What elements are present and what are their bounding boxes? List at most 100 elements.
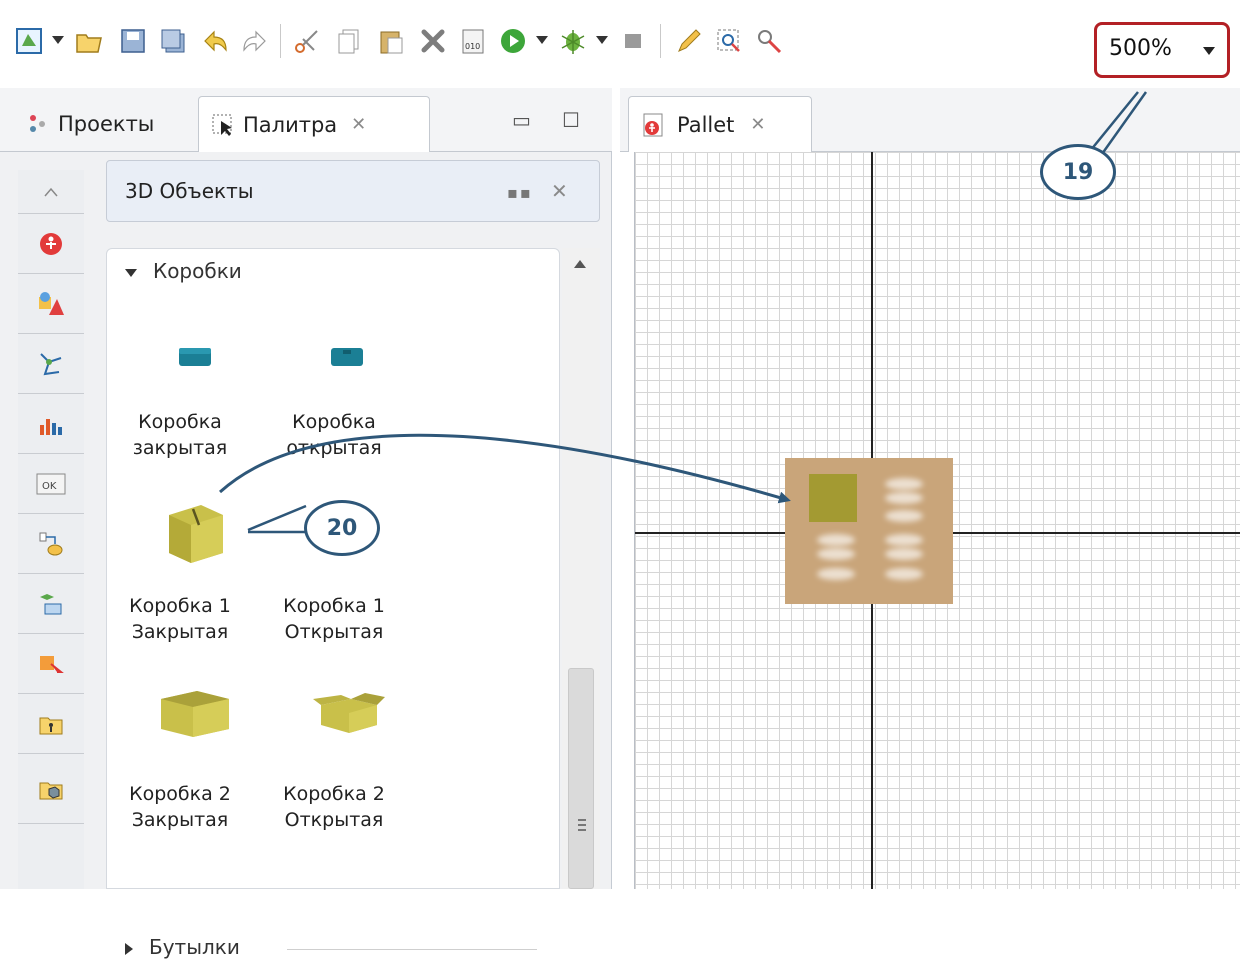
section-boxes-header[interactable]: Коробки — [125, 259, 242, 283]
palette-item-box-open[interactable]: Коробка открытая — [259, 409, 409, 461]
pencil-icon[interactable] — [672, 24, 706, 58]
editor-area: Pallet ✕ — [620, 88, 1240, 889]
item-label-line2: Закрытая — [131, 621, 229, 643]
palette-item-box1-open[interactable]: Коробка 1 Открытая — [259, 593, 409, 645]
minimize-icon[interactable]: ▭ — [512, 108, 531, 132]
redo-icon[interactable] — [238, 24, 272, 58]
left-tabbar: Проекты Палитра ✕ ▭ ☐ — [0, 88, 612, 152]
tab-palette[interactable]: Палитра ✕ — [198, 96, 430, 152]
cut-icon[interactable] — [290, 24, 324, 58]
stop-icon[interactable] — [616, 24, 650, 58]
sidebar-item-space-markup[interactable] — [18, 334, 84, 394]
copy-icon[interactable] — [332, 24, 366, 58]
open-icon[interactable] — [72, 24, 106, 58]
sidebar-item-presentation[interactable] — [18, 274, 84, 334]
folder-person-icon — [39, 717, 63, 734]
palette-header: 3D Объекты ▪▪ ✕ — [106, 160, 600, 222]
new-icon[interactable] — [12, 24, 46, 58]
item-label-line2: Открытая — [284, 621, 384, 643]
sidebar-scroll-up[interactable] — [18, 170, 84, 214]
sidebar-item-3d-objects[interactable] — [18, 754, 84, 824]
network-icon — [40, 352, 62, 375]
sidebar-item-fluid[interactable] — [18, 634, 84, 694]
chevron-up-icon — [44, 187, 58, 196]
chevron-down-icon — [125, 268, 137, 277]
undo-icon[interactable] — [198, 24, 232, 58]
agent-icon — [40, 232, 62, 255]
box-slot — [885, 568, 923, 580]
sidebar-item-pedestrian[interactable] — [18, 694, 84, 754]
close-icon[interactable]: ✕ — [551, 179, 568, 203]
close-icon[interactable]: ✕ — [750, 114, 765, 135]
shapes-icon — [39, 291, 64, 315]
section-bottles-header[interactable]: Бутылки — [125, 935, 240, 959]
palette-list: Коробки Коробка закрытая Коробка открыта… — [105, 248, 560, 959]
maximize-icon[interactable]: ☐ — [562, 108, 580, 132]
item-label-line1: Коробка 2 — [283, 783, 385, 805]
box1-closed-thumbnail[interactable] — [163, 501, 227, 569]
box-closed-thumbnail[interactable] — [177, 345, 213, 373]
save-icon[interactable] — [116, 24, 150, 58]
tab-palette-label: Палитра — [243, 112, 338, 137]
sidebar-item-statistics[interactable] — [18, 394, 84, 454]
zoom-icon[interactable] — [752, 24, 786, 58]
sidebar-item-controls[interactable]: OK — [18, 454, 84, 514]
app-window: 010 500% Проекты Палитра ✕ ▭ ☐ OK 3D Объ… — [0, 0, 1240, 959]
scrollbar-thumb[interactable] — [568, 668, 594, 889]
zoom-to-fit-icon[interactable] — [712, 24, 746, 58]
scroll-up-arrow-icon[interactable] — [574, 260, 586, 268]
palette-item-box2-open[interactable]: Коробка 2 Открытая — [259, 781, 409, 833]
chevron-down-icon — [1203, 47, 1215, 55]
zoom-level-select[interactable]: 500% — [1094, 22, 1230, 78]
box2-open-thumbnail[interactable] — [311, 689, 387, 741]
box-open-thumbnail[interactable] — [329, 345, 365, 373]
main-toolbar: 010 500% — [0, 0, 1240, 88]
box2-closed-thumbnail[interactable] — [157, 687, 233, 743]
sidebar-item-agent[interactable] — [18, 214, 84, 274]
sidebar-item-rail[interactable] — [18, 574, 84, 634]
section-boxes-title: Коробки — [153, 259, 242, 283]
callout-20: 20 — [304, 500, 380, 556]
debug-dropdown-chevron-icon[interactable] — [596, 36, 608, 44]
box-slot — [885, 534, 923, 546]
item-label-line1: Коробка 1 — [129, 595, 231, 617]
close-icon[interactable]: ✕ — [351, 114, 366, 135]
callout-19: 19 — [1040, 144, 1116, 200]
box-slot — [817, 534, 855, 546]
pallet-shape[interactable] — [785, 458, 953, 604]
debug-icon[interactable] — [556, 24, 590, 58]
sidebar-item-process[interactable] — [18, 514, 84, 574]
grip-icon — [578, 819, 586, 834]
fluid-icon — [40, 655, 64, 673]
item-label-line1: Коробка 2 — [129, 783, 231, 805]
build-icon[interactable]: 010 — [456, 24, 490, 58]
layout-grid-icon[interactable]: ▪▪ — [507, 183, 533, 202]
new-dropdown-chevron-icon[interactable] — [52, 36, 64, 44]
chart-icon — [40, 418, 62, 435]
item-label-line2: Открытая — [284, 809, 384, 831]
graphical-editor-canvas[interactable] — [634, 152, 1240, 889]
item-label-line2: Закрытая — [131, 809, 229, 831]
palette-item-box1-closed[interactable]: Коробка 1 Закрытая — [105, 593, 255, 645]
box-slot — [885, 478, 923, 490]
tab-pallet[interactable]: Pallet ✕ — [628, 96, 812, 152]
rail-icon — [40, 593, 62, 614]
zoom-level-value: 500% — [1109, 36, 1172, 61]
tab-projects[interactable]: Проекты — [14, 96, 166, 152]
folder-3d-icon — [39, 782, 63, 799]
box-slot — [885, 492, 923, 504]
palette-scrollbar[interactable] — [562, 248, 600, 889]
item-label-line2: открытая — [286, 437, 382, 459]
palette-item-box2-closed[interactable]: Коробка 2 Закрытая — [105, 781, 255, 833]
paste-icon[interactable] — [374, 24, 408, 58]
run-icon[interactable] — [496, 24, 530, 58]
placed-box-shape[interactable] — [809, 474, 857, 522]
save-all-icon[interactable] — [156, 24, 190, 58]
palette-item-box-closed[interactable]: Коробка закрытая — [105, 409, 255, 461]
delete-icon[interactable] — [416, 24, 450, 58]
run-dropdown-chevron-icon[interactable] — [536, 36, 548, 44]
palette-category-sidebar: OK — [18, 170, 84, 889]
editor-tabbar: Pallet ✕ — [620, 88, 1240, 152]
projects-icon — [30, 115, 45, 132]
ok-button-icon: OK — [36, 473, 66, 494]
